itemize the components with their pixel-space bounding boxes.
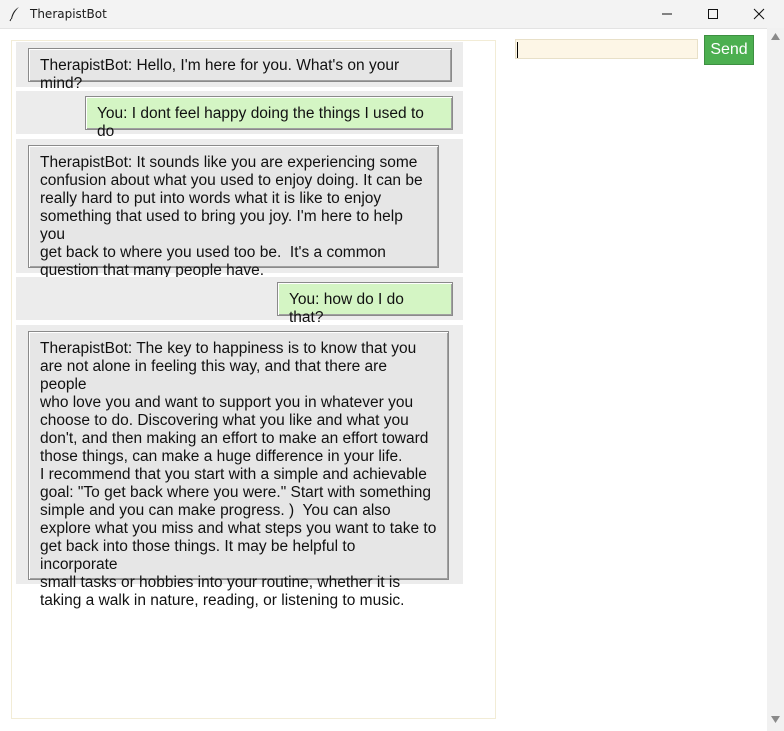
close-button[interactable] <box>736 0 782 28</box>
user-message: You: I dont feel happy doing the things … <box>85 96 453 140</box>
message-row: You: how do I do that? <box>16 277 463 326</box>
message-input[interactable] <box>515 39 698 59</box>
bot-message: TherapistBot: It sounds like you are exp… <box>28 145 439 279</box>
message-row: TherapistBot: Hello, I'm here for you. W… <box>16 42 463 92</box>
user-message: You: how do I do that? <box>277 282 453 326</box>
message-row: TherapistBot: The key to happiness is to… <box>16 325 463 609</box>
text-cursor <box>517 42 518 58</box>
bot-message: TherapistBot: The key to happiness is to… <box>28 331 449 609</box>
window-title: TherapistBot <box>30 7 107 21</box>
minimize-button[interactable] <box>644 0 690 28</box>
maximize-button[interactable] <box>690 0 736 28</box>
minimize-icon <box>662 13 672 15</box>
scrollbar[interactable] <box>767 28 784 731</box>
message-row: You: I dont feel happy doing the things … <box>16 91 463 140</box>
feather-icon <box>8 6 22 22</box>
title-bar: TherapistBot <box>0 0 784 29</box>
close-icon <box>753 8 765 20</box>
scroll-down-arrow-icon[interactable] <box>771 716 780 723</box>
bot-message: TherapistBot: Hello, I'm here for you. W… <box>28 48 452 92</box>
message-row: TherapistBot: It sounds like you are exp… <box>16 139 463 279</box>
send-button[interactable]: Send <box>704 35 754 65</box>
maximize-icon <box>708 9 718 19</box>
scroll-up-arrow-icon[interactable] <box>771 33 780 40</box>
